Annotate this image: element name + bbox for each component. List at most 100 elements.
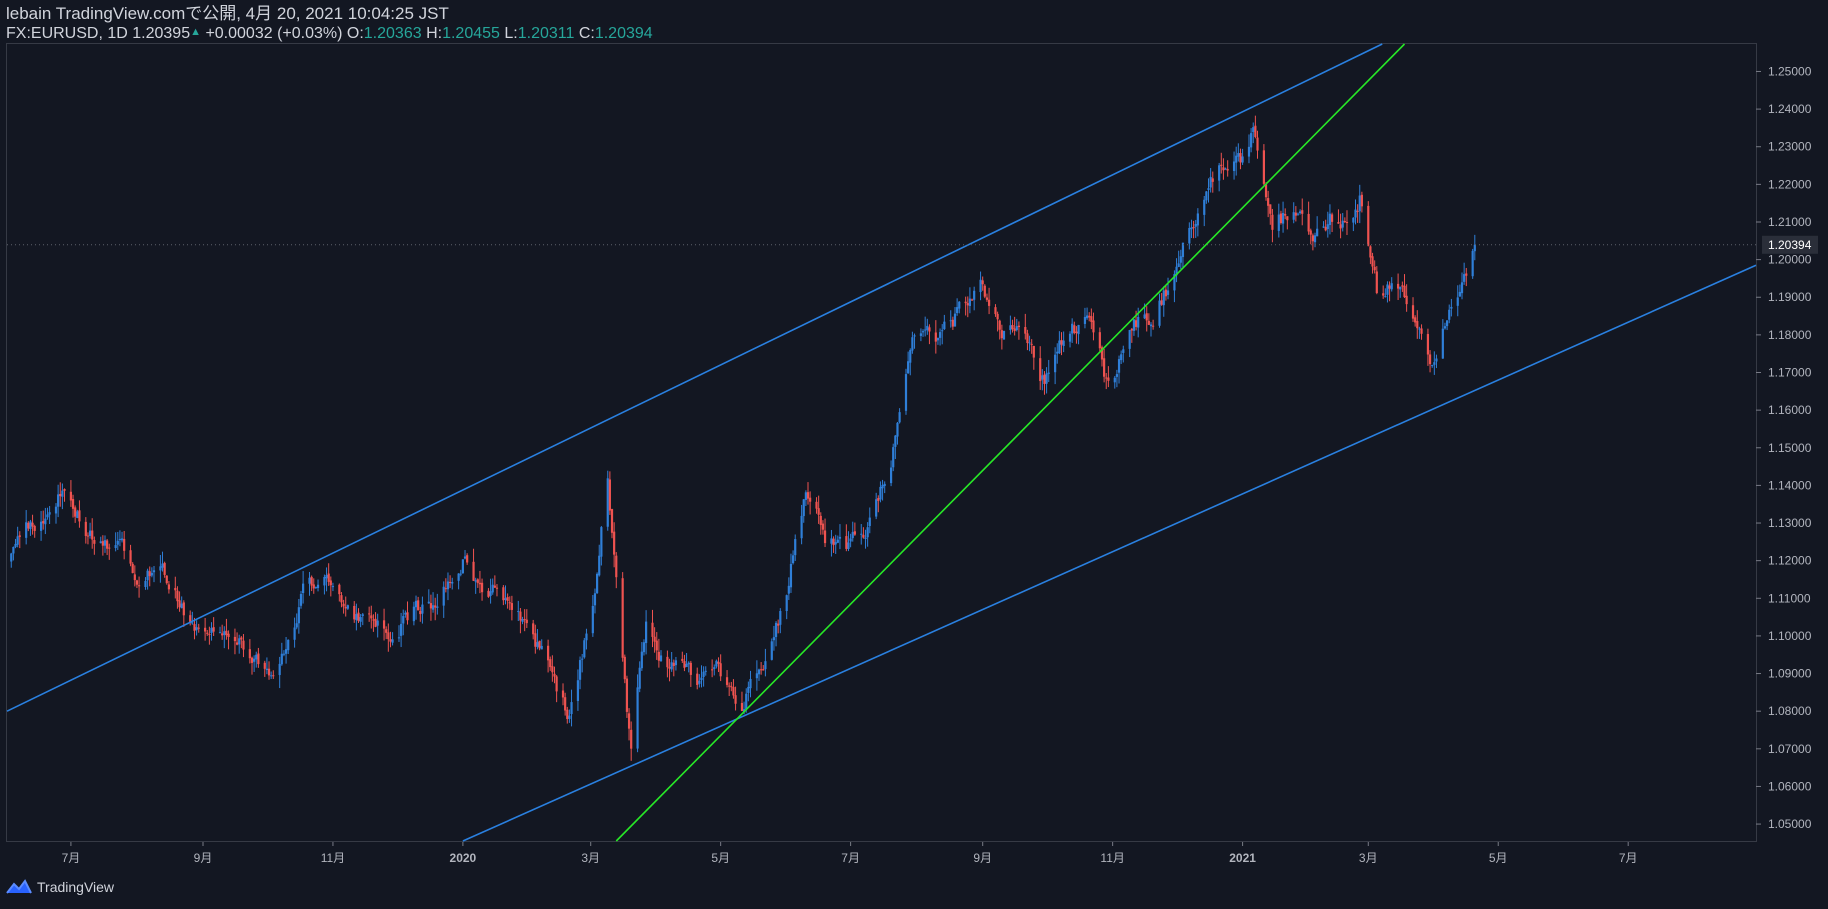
price-tick-label: 1.06000	[1768, 779, 1812, 793]
candle-body	[689, 662, 692, 675]
upper-channel-line[interactable]	[6, 43, 1383, 712]
candle-body	[1375, 271, 1378, 294]
candle-body	[583, 640, 586, 658]
candle-body	[459, 573, 462, 575]
candle-body	[787, 585, 790, 594]
candle-body	[1292, 212, 1295, 220]
trendlines[interactable]	[6, 43, 1757, 842]
candle-body	[1241, 156, 1244, 163]
candle-body	[148, 571, 151, 577]
candle-body	[114, 545, 117, 549]
candle-body	[958, 301, 961, 309]
candle-body	[683, 661, 686, 668]
candle-body	[534, 633, 537, 647]
candle-body	[1105, 377, 1108, 379]
candle-body	[86, 535, 90, 537]
candle-body	[1152, 325, 1155, 327]
candle-body	[566, 709, 569, 719]
candle-body	[103, 540, 107, 546]
candle-body	[564, 697, 567, 711]
candle-body	[397, 637, 401, 639]
time-tick-label: 9月	[194, 851, 213, 865]
candle-body	[1239, 153, 1242, 163]
candle-body	[1188, 228, 1191, 244]
candle-body	[302, 583, 305, 594]
candle-body	[998, 320, 1001, 330]
candle-body	[600, 527, 603, 557]
time-tick-label: 7月	[841, 851, 860, 865]
candle-body	[553, 673, 556, 677]
candle-body	[1107, 377, 1110, 381]
candle-body	[242, 640, 245, 650]
candle-body	[48, 512, 51, 515]
candle-body	[372, 619, 375, 621]
candle-body	[1354, 209, 1357, 218]
candle-body	[227, 633, 230, 638]
candle-body	[54, 506, 58, 514]
candle-body	[174, 587, 177, 591]
price-tick-label: 1.16000	[1768, 403, 1812, 417]
candle-body	[728, 685, 731, 687]
candle-body	[1390, 283, 1393, 290]
candle-body	[1339, 224, 1342, 229]
candle-body	[42, 521, 45, 524]
candle-body	[495, 587, 499, 589]
candle-body	[610, 509, 614, 533]
candle-body	[764, 661, 767, 670]
candles	[10, 115, 1476, 761]
candle-body	[713, 667, 716, 670]
time-tick-label: 7月	[1619, 851, 1638, 865]
candle-body	[400, 623, 403, 636]
candle-body	[421, 604, 424, 614]
candle-body	[1337, 222, 1340, 224]
candle-body	[949, 320, 952, 322]
lower-channel-line[interactable]	[462, 264, 1757, 842]
time-tick-label: 3月	[581, 851, 600, 865]
candle-body	[862, 534, 865, 538]
candle-body	[391, 639, 394, 643]
candle-body	[864, 537, 867, 539]
candle-body	[208, 634, 211, 636]
candle-body	[1373, 266, 1376, 271]
candle-body	[1098, 332, 1101, 349]
time-axis[interactable]: 7月 9月 11月 2020 3月 5月 7月 9月 11月 2021 3月 5月 7月	[62, 842, 1638, 865]
time-tick-label: 11月	[321, 851, 345, 865]
green-support-line[interactable]	[615, 43, 1406, 842]
price-tick-label: 1.08000	[1768, 704, 1812, 718]
candle-body	[487, 590, 490, 597]
candle-body	[1000, 330, 1003, 339]
candle-body	[144, 580, 147, 588]
price-axis[interactable]: 1.25000 1.24000 1.23000 1.22000 1.21000 1.200…	[1756, 64, 1812, 831]
price-tick-label: 1.05000	[1768, 817, 1812, 831]
candle-body	[615, 555, 618, 578]
candle-body	[293, 627, 296, 640]
candle-body	[1279, 213, 1283, 224]
candle-body	[338, 584, 341, 595]
candle-body	[16, 536, 19, 545]
brand-label: TradingView	[37, 879, 115, 895]
candle-body	[985, 297, 989, 300]
price-chart[interactable]: 1.25000 1.24000 1.23000 1.22000 1.21000 1.200…	[0, 0, 1828, 909]
candle-body	[1060, 340, 1063, 345]
candle-body	[1164, 289, 1167, 297]
candle-body	[968, 298, 972, 306]
candle-body	[789, 563, 793, 588]
candle-body	[598, 555, 601, 576]
candle-body	[504, 598, 507, 601]
candle-body	[568, 715, 571, 719]
candle-body	[116, 540, 119, 545]
candle-body	[1281, 212, 1285, 224]
candle-body	[745, 693, 748, 710]
candle-body	[387, 632, 390, 640]
candle-body	[1307, 213, 1310, 232]
candle-body	[747, 686, 750, 693]
candle-body	[1177, 263, 1180, 267]
candle-body	[402, 616, 405, 624]
candle-body	[476, 579, 479, 583]
candle-body	[1196, 213, 1199, 226]
candle-body	[206, 632, 209, 634]
candle-body	[359, 617, 362, 622]
candle-body	[449, 581, 452, 583]
candle-body	[406, 612, 409, 621]
candle-body	[866, 527, 869, 538]
